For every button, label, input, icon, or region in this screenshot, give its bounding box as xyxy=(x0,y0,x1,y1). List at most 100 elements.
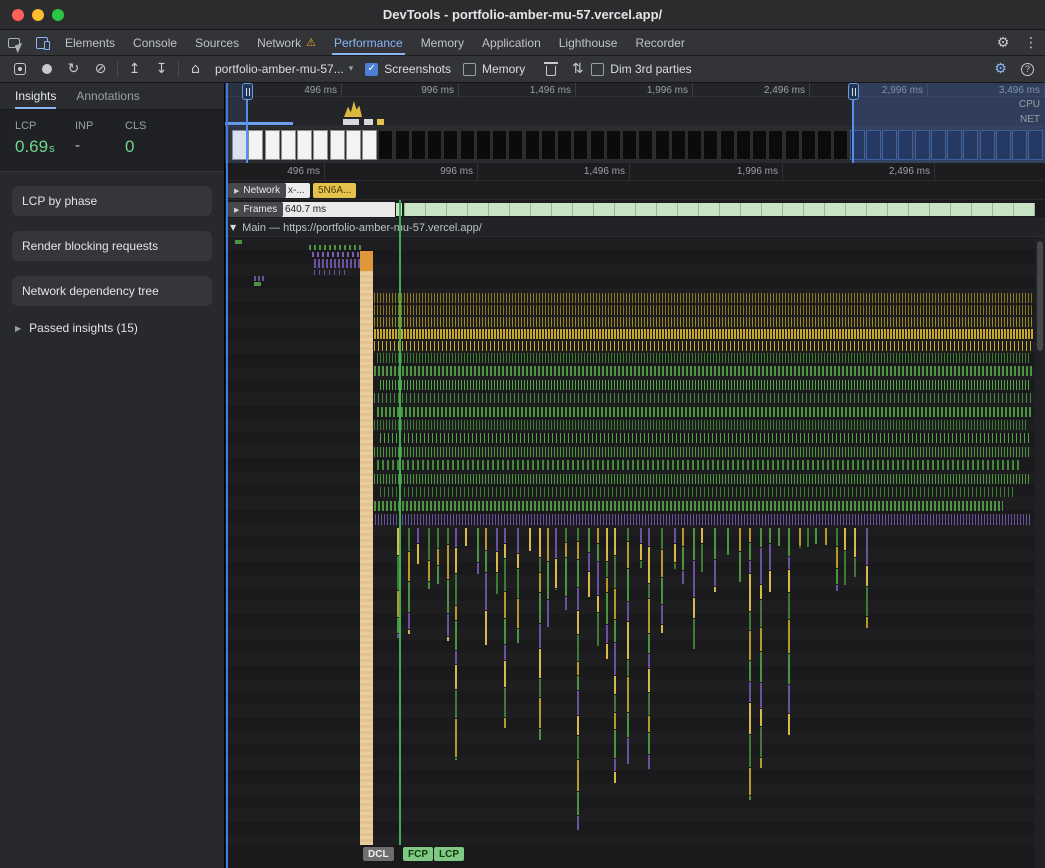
target-dropdown[interactable]: portfolio-amber-mu-57... ▾ xyxy=(215,62,353,76)
deep-stack-segment[interactable] xyxy=(455,665,457,689)
deep-stack-segment[interactable] xyxy=(577,691,579,715)
deep-stack-segment[interactable] xyxy=(866,566,868,586)
flame-band[interactable] xyxy=(374,393,1033,403)
deep-stack-segment[interactable] xyxy=(577,611,579,634)
deep-stack-segment[interactable] xyxy=(836,528,838,546)
deep-stack-segment[interactable] xyxy=(749,682,751,702)
deep-stack-segment[interactable] xyxy=(648,599,650,633)
deep-stack-segment[interactable] xyxy=(606,593,608,624)
deep-stack-segment[interactable] xyxy=(577,635,579,661)
passed-insights-toggle[interactable]: ▶ Passed insights (15) xyxy=(0,321,224,335)
deep-stack-segment[interactable] xyxy=(627,677,629,712)
deep-stack-segment[interactable] xyxy=(577,816,579,830)
filmstrip-frame[interactable] xyxy=(265,130,280,160)
deep-stack-segment[interactable] xyxy=(749,561,751,573)
deep-stack-segment[interactable] xyxy=(455,758,457,760)
deep-stack-segment[interactable] xyxy=(577,676,579,690)
deep-stack-segment[interactable] xyxy=(714,587,716,592)
deep-stack-segment[interactable] xyxy=(648,693,650,715)
deep-stack-segment[interactable] xyxy=(854,558,856,577)
timeline-overview[interactable]: 496 ms996 ms1,496 ms1,996 ms2,496 ms2,99… xyxy=(225,83,1045,163)
flame-chart[interactable] xyxy=(225,237,1045,845)
deep-stack-segment[interactable] xyxy=(836,585,838,590)
filmstrip-frame[interactable] xyxy=(460,130,475,160)
frames-bar[interactable] xyxy=(404,203,1035,216)
deep-stack-segment[interactable] xyxy=(565,597,567,610)
deep-stack-segment[interactable] xyxy=(455,548,457,573)
selection-handle-left[interactable] xyxy=(242,83,253,100)
deep-stack-segment[interactable] xyxy=(614,556,616,588)
filmstrip-frame[interactable] xyxy=(687,130,702,160)
tab-lighthouse[interactable]: Lighthouse xyxy=(550,30,627,55)
deep-stack-segment[interactable] xyxy=(714,560,716,587)
deep-stack-segment[interactable] xyxy=(674,528,676,543)
deep-stack-segment[interactable] xyxy=(760,628,762,651)
deep-stack-segment[interactable] xyxy=(836,569,838,584)
deep-stack-segment[interactable] xyxy=(477,563,479,574)
deep-stack-segment[interactable] xyxy=(640,528,642,543)
maximize-window-icon[interactable] xyxy=(52,9,64,21)
close-window-icon[interactable] xyxy=(12,9,24,21)
deep-stack-segment[interactable] xyxy=(769,571,771,591)
deep-stack-segment[interactable] xyxy=(749,528,751,542)
record-and-reload-icon[interactable]: ↻ xyxy=(60,56,87,82)
network-track[interactable]: ▶Network x-... 5N6A... xyxy=(225,181,1045,200)
deep-stack-segment[interactable] xyxy=(727,528,729,555)
deep-stack-segment[interactable] xyxy=(455,690,457,719)
tab-annotations[interactable]: Annotations xyxy=(76,83,139,109)
flame-band[interactable] xyxy=(254,282,261,286)
insight-lcp-by-phase[interactable]: LCP by phase xyxy=(12,186,212,216)
filmstrip-frame[interactable] xyxy=(655,130,670,160)
deep-stack-segment[interactable] xyxy=(749,612,751,631)
filmstrip-frame[interactable] xyxy=(768,130,783,160)
insight-network-dependency-tree[interactable]: Network dependency tree xyxy=(12,276,212,306)
deep-stack-segment[interactable] xyxy=(455,719,457,757)
deep-stack-segment[interactable] xyxy=(807,528,809,547)
deep-stack-segment[interactable] xyxy=(529,528,531,551)
deep-stack-segment[interactable] xyxy=(539,528,541,557)
deep-stack-segment[interactable] xyxy=(588,553,590,571)
deep-stack-segment[interactable] xyxy=(627,528,629,541)
deep-stack-segment[interactable] xyxy=(648,584,650,598)
deep-stack-segment[interactable] xyxy=(408,582,410,612)
filmstrip-frame[interactable] xyxy=(785,130,800,160)
deep-stack-segment[interactable] xyxy=(577,662,579,675)
deep-stack-segment[interactable] xyxy=(769,528,771,543)
filmstrip-frame[interactable] xyxy=(443,130,458,160)
deep-stack-segment[interactable] xyxy=(496,528,498,551)
deep-stack-segment[interactable] xyxy=(606,528,608,561)
deep-stack-segment[interactable] xyxy=(788,570,790,592)
network-request-pill[interactable]: x-... xyxy=(283,183,310,198)
deep-stack-segment[interactable] xyxy=(648,716,650,732)
deep-stack-segment[interactable] xyxy=(760,727,762,756)
deep-stack-segment[interactable] xyxy=(606,625,608,643)
tab-console[interactable]: Console xyxy=(124,30,186,55)
deep-stack-segment[interactable] xyxy=(661,578,663,604)
deep-stack-segment[interactable] xyxy=(437,566,439,584)
settings-gear-icon[interactable]: ⚙ xyxy=(989,35,1017,51)
deep-stack-segment[interactable] xyxy=(836,547,838,568)
deep-stack-segment[interactable] xyxy=(504,619,506,644)
deep-stack-segment[interactable] xyxy=(517,599,519,628)
deep-stack-segment[interactable] xyxy=(778,528,780,546)
deep-stack-segment[interactable] xyxy=(555,589,557,590)
deep-stack-segment[interactable] xyxy=(661,605,663,624)
save-profile-icon[interactable]: ↥ xyxy=(121,56,148,82)
filmstrip-frame[interactable] xyxy=(801,130,816,160)
deep-stack-segment[interactable] xyxy=(788,557,790,569)
deep-stack-segment[interactable] xyxy=(447,637,449,641)
flame-band[interactable] xyxy=(374,329,1033,339)
deep-stack-segment[interactable] xyxy=(627,738,629,764)
deep-stack-segment[interactable] xyxy=(682,571,684,584)
deep-stack-segment[interactable] xyxy=(477,528,479,562)
deep-stack-segment[interactable] xyxy=(485,573,487,609)
selection-handle-right[interactable] xyxy=(848,83,859,100)
deep-stack-segment[interactable] xyxy=(627,713,629,737)
filmstrip-frame[interactable] xyxy=(476,130,491,160)
deep-stack-segment[interactable] xyxy=(539,593,541,622)
filmstrip-frame[interactable] xyxy=(817,130,832,160)
flame-band[interactable] xyxy=(254,276,266,281)
deep-stack-segment[interactable] xyxy=(760,585,762,600)
filmstrip-frame[interactable] xyxy=(590,130,605,160)
deep-stack-segment[interactable] xyxy=(447,614,449,636)
